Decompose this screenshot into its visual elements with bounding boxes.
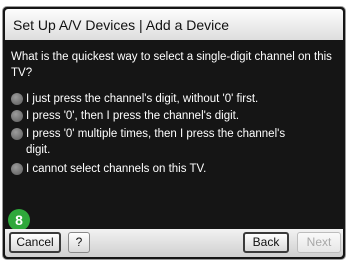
question-text: What is the quickest way to select a sin… xyxy=(11,51,332,79)
option-label: I press '0', then I press the channel's … xyxy=(26,110,240,122)
back-button[interactable]: Back xyxy=(243,232,289,253)
add-device-dialog: Set Up A/V Devices | Add a Device What i… xyxy=(2,6,346,260)
option-zero-then-digit[interactable]: I press '0', then I press the channel's … xyxy=(11,108,331,124)
radio-button-icon[interactable] xyxy=(11,128,23,140)
option-multiple-zeros[interactable]: I press '0' multiple times, then I press… xyxy=(11,126,331,158)
next-button[interactable]: Next xyxy=(297,232,341,253)
option-no-zero[interactable]: I just press the channel's digit, withou… xyxy=(11,91,331,107)
help-button[interactable]: ? xyxy=(68,232,90,253)
option-cannot-select[interactable]: I cannot select channels on this TV. xyxy=(11,161,331,177)
option-label: I press '0' multiple times, then I press… xyxy=(26,128,286,156)
radio-button-icon[interactable] xyxy=(11,163,23,175)
radio-button-icon[interactable] xyxy=(11,93,23,105)
button-bar: Cancel ? Back Next xyxy=(5,229,343,257)
radio-button-icon[interactable] xyxy=(11,110,23,122)
option-label: I cannot select channels on this TV. xyxy=(26,163,207,175)
cancel-button[interactable]: Cancel xyxy=(9,232,61,253)
title-bar: Set Up A/V Devices | Add a Device xyxy=(5,9,343,40)
step-number-badge: 8 xyxy=(8,209,30,231)
option-label: I just press the channel's digit, withou… xyxy=(26,93,259,105)
dialog-title: Set Up A/V Devices | Add a Device xyxy=(13,17,230,33)
